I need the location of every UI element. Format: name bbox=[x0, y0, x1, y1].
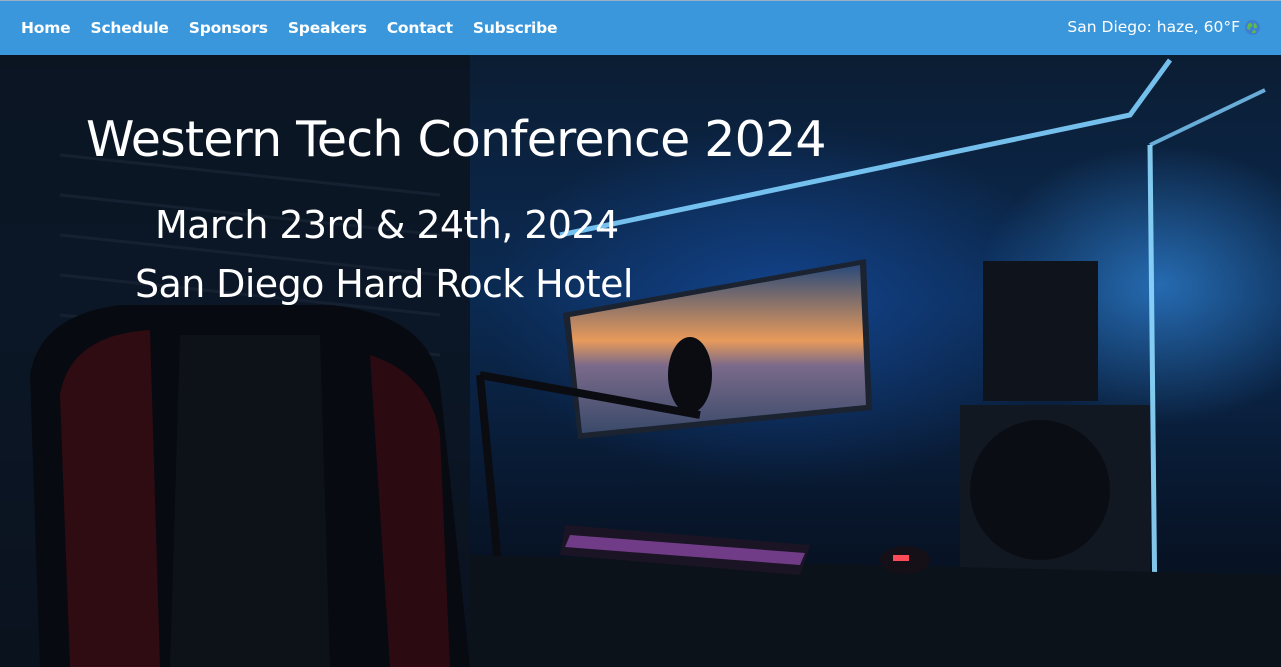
nav-link-sponsors[interactable]: Sponsors bbox=[189, 19, 268, 37]
top-navbar: Home Schedule Sponsors Speakers Contact … bbox=[0, 0, 1281, 55]
nav-link-speakers[interactable]: Speakers bbox=[288, 19, 367, 37]
nav-links: Home Schedule Sponsors Speakers Contact … bbox=[0, 19, 577, 37]
globe-icon bbox=[1244, 19, 1261, 36]
conference-venue: San Diego Hard Rock Hotel bbox=[135, 262, 633, 306]
conference-date: March 23rd & 24th, 2024 bbox=[155, 203, 619, 247]
weather-widget: San Diego: haze, 60°F bbox=[1067, 18, 1261, 36]
nav-link-schedule[interactable]: Schedule bbox=[90, 19, 168, 37]
nav-link-subscribe[interactable]: Subscribe bbox=[473, 19, 558, 37]
hero-banner: Western Tech Conference 2024 March 23rd … bbox=[0, 55, 1281, 667]
nav-link-contact[interactable]: Contact bbox=[387, 19, 453, 37]
weather-text: San Diego: haze, 60°F bbox=[1067, 18, 1240, 36]
conference-title: Western Tech Conference 2024 bbox=[86, 111, 827, 168]
nav-link-home[interactable]: Home bbox=[21, 19, 71, 37]
